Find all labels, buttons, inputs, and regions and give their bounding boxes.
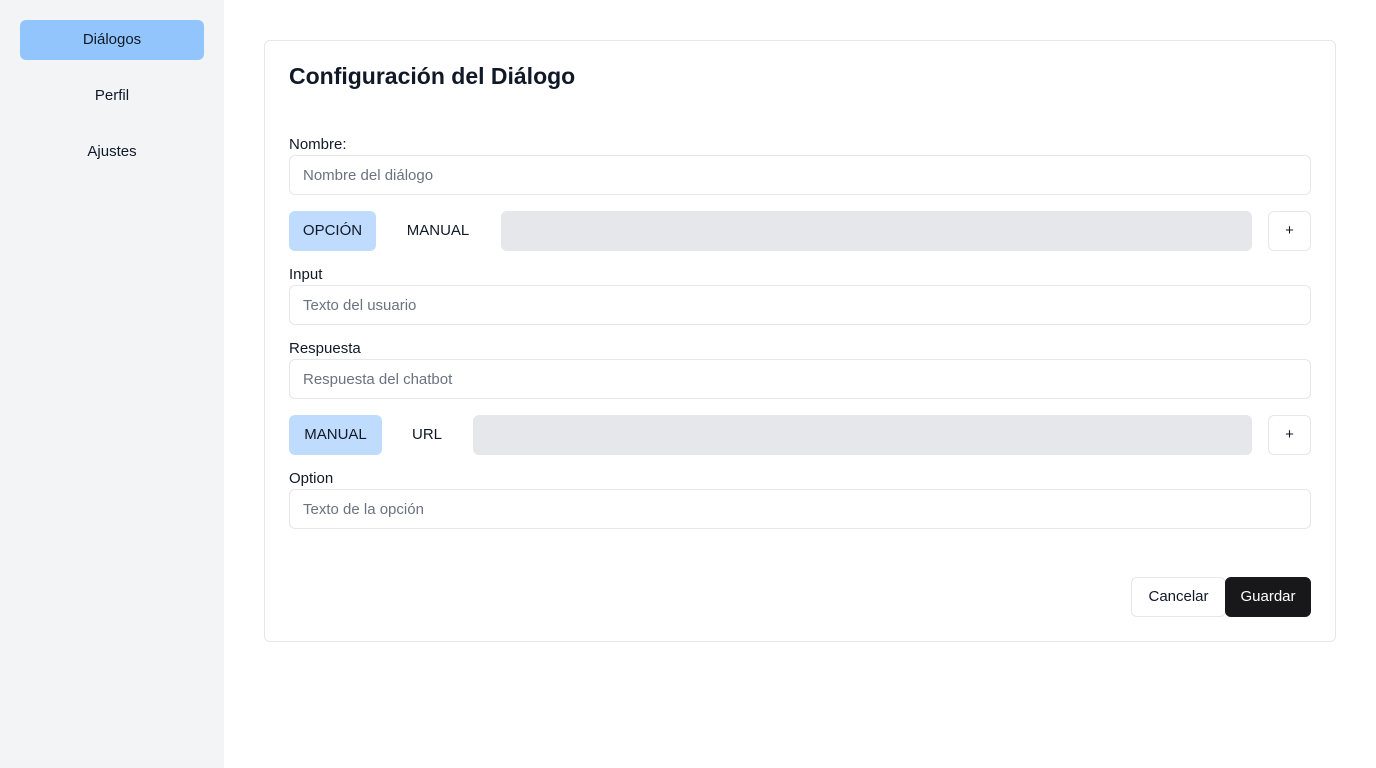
input-label: Input xyxy=(289,266,323,283)
name-input[interactable] xyxy=(289,155,1311,195)
sidebar-item-perfil[interactable]: Perfil xyxy=(20,76,204,116)
response-label: Respuesta xyxy=(289,340,361,357)
user-text-input[interactable] xyxy=(289,285,1311,325)
cancel-button[interactable]: Cancelar xyxy=(1131,577,1226,617)
toggle-track xyxy=(473,415,1252,455)
add-button[interactable]: + xyxy=(1268,211,1311,251)
option-label: Option xyxy=(289,470,334,487)
page-title: Configuración del Diálogo xyxy=(289,63,576,89)
sidebar-item-ajustes[interactable]: Ajustes xyxy=(20,132,204,172)
response-input[interactable] xyxy=(289,359,1311,399)
toggle-track xyxy=(501,211,1252,251)
sidebar: Diálogos Perfil Ajustes xyxy=(0,0,224,768)
name-label: Nombre: xyxy=(289,136,347,153)
toggle-manual-button[interactable]: MANUAL xyxy=(388,211,488,251)
type-toggle-2: MANUAL URL + xyxy=(289,415,1311,455)
toggle-opcion-button[interactable]: OPCIÓN xyxy=(289,211,376,251)
add-button[interactable]: + xyxy=(1268,415,1311,455)
dialog-config-card: Configuración del Diálogo Nombre: OPCIÓN… xyxy=(264,40,1336,642)
toggle-url-button[interactable]: URL xyxy=(396,415,458,455)
type-toggle-1: OPCIÓN MANUAL + xyxy=(289,211,1311,251)
save-button[interactable]: Guardar xyxy=(1225,577,1311,617)
toggle-manual-button[interactable]: MANUAL xyxy=(289,415,382,455)
sidebar-item-dialogos[interactable]: Diálogos xyxy=(20,20,204,60)
option-input[interactable] xyxy=(289,489,1311,529)
